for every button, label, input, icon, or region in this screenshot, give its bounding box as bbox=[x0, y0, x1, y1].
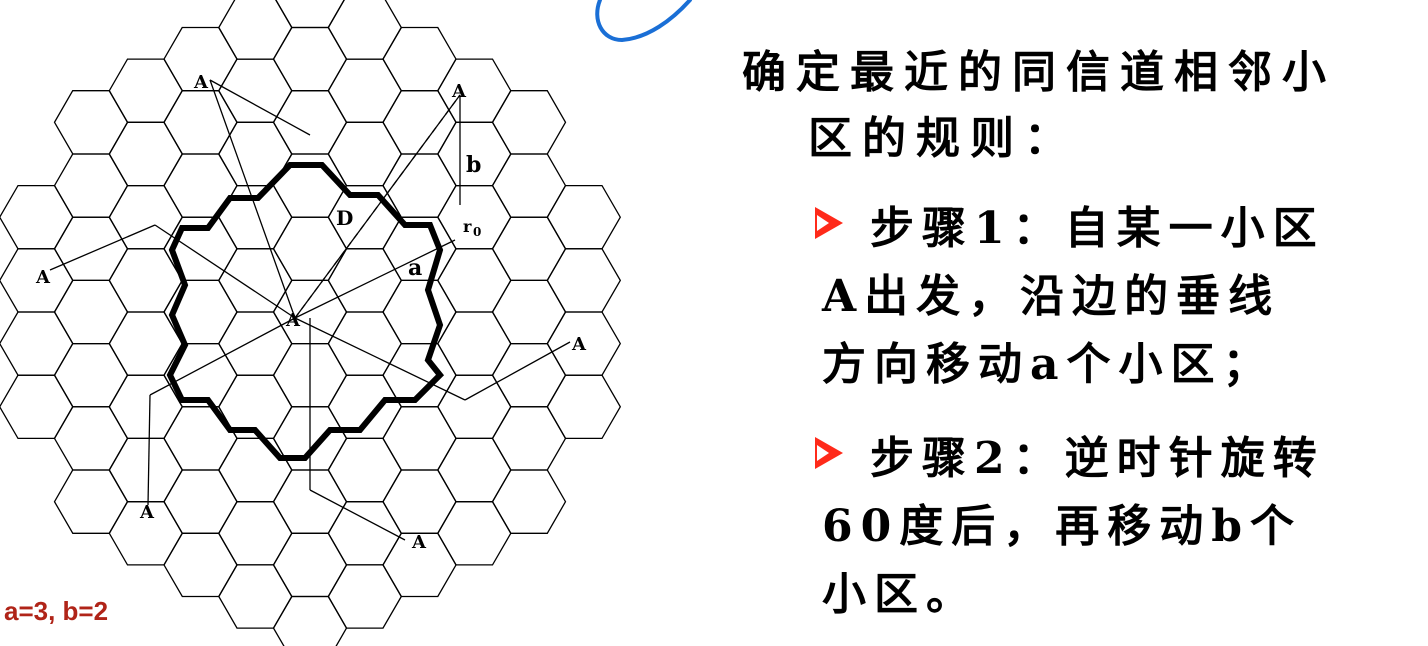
hex-cell bbox=[53, 469, 129, 534]
hex-cell bbox=[218, 437, 293, 503]
rules-heading: 确定最近的同信道相邻小 区的规则： bbox=[742, 40, 1402, 172]
hex-cell bbox=[327, 437, 403, 503]
hex-cell bbox=[272, 90, 348, 155]
cell-link-line bbox=[209, 79, 311, 136]
hex-cell bbox=[437, 58, 512, 123]
cell-link-line bbox=[209, 79, 296, 319]
hex-cell bbox=[382, 153, 457, 218]
hexagon-cell-diagram: A A A A A A Ab D r 0 a bbox=[0, 0, 622, 646]
step-1-line-1: 步骤1：自某一小区 bbox=[870, 203, 1325, 254]
step-1-line-3: 方向移动a个小区； bbox=[822, 339, 1275, 390]
cell-a-label: A bbox=[411, 532, 427, 553]
cell-link-line bbox=[464, 341, 571, 401]
hex-cell bbox=[327, 121, 403, 187]
hex-cell bbox=[0, 311, 74, 376]
hex-cell bbox=[491, 153, 567, 218]
hex-cell bbox=[382, 469, 457, 534]
rules-text-panel: 确定最近的同信道相邻小 区的规则： 步骤1：自某一小区 A出发，沿边的垂线 方向… bbox=[700, 30, 1420, 640]
cell-a-label: A bbox=[571, 334, 587, 355]
hex-cell bbox=[218, 311, 293, 376]
hex-cell bbox=[437, 184, 512, 250]
distance-d-label: D bbox=[336, 206, 353, 230]
hex-cell bbox=[382, 279, 457, 345]
hex-cell bbox=[272, 595, 348, 646]
hex-cell bbox=[53, 216, 129, 282]
radius-r-subscript: 0 bbox=[473, 225, 481, 239]
step-1-line-2: A出发，沿边的垂线 bbox=[822, 271, 1281, 322]
pen-annotation-stroke bbox=[595, 0, 692, 43]
hex-cell bbox=[0, 184, 74, 250]
hex-cell bbox=[0, 374, 74, 440]
hex-cell bbox=[272, 532, 348, 598]
hex-cell bbox=[327, 501, 403, 566]
hex-cell bbox=[546, 248, 622, 313]
hex-cell bbox=[53, 279, 129, 345]
hex-cell bbox=[491, 90, 567, 155]
step-2-line-3: 小区。 bbox=[822, 569, 978, 620]
hex-cell bbox=[382, 90, 457, 155]
hex-cell bbox=[108, 437, 184, 503]
step-2-line-2: 60度后，再移动b个 bbox=[822, 501, 1302, 552]
hex-cell bbox=[53, 153, 129, 218]
hex-cell bbox=[546, 184, 622, 250]
hex-cell bbox=[108, 121, 184, 187]
hex-cell bbox=[218, 501, 293, 566]
heading-line-2: 区的规则： bbox=[808, 113, 1078, 164]
radius-r-label: r bbox=[463, 217, 472, 236]
distance-a-label: a bbox=[408, 255, 422, 281]
hex-cell bbox=[163, 469, 238, 534]
cell-a-label: A bbox=[285, 310, 301, 331]
distance-b-label: b bbox=[466, 152, 481, 178]
hex-cell bbox=[546, 374, 622, 440]
hex-cell bbox=[53, 90, 129, 155]
parameter-caption: a=3, b=2 bbox=[4, 596, 109, 626]
hex-cell bbox=[437, 374, 512, 440]
hex-cell bbox=[491, 216, 567, 282]
hex-cell bbox=[218, 248, 293, 313]
hex-cell bbox=[437, 248, 512, 313]
hex-cell bbox=[437, 311, 512, 376]
cell-a-label: A bbox=[451, 81, 467, 102]
heading-line-1: 确定最近的同信道相邻小 bbox=[742, 47, 1336, 98]
cluster-boundary bbox=[166, 162, 445, 461]
hex-cell bbox=[437, 437, 512, 503]
hex-cell bbox=[163, 406, 238, 471]
arrow-bullet-icon bbox=[815, 207, 843, 239]
hex-cell bbox=[491, 342, 567, 408]
hex-cell bbox=[272, 26, 348, 92]
hex-cell bbox=[53, 342, 129, 408]
cell-link-line bbox=[49, 224, 156, 271]
hex-cell bbox=[491, 469, 567, 534]
hex-cell bbox=[53, 406, 129, 471]
hex-cell bbox=[327, 0, 403, 60]
hex-cell bbox=[491, 406, 567, 471]
step-2-line-1: 步骤2：逆时针旋转 bbox=[870, 433, 1325, 484]
connection-lines bbox=[49, 79, 571, 541]
hex-cell bbox=[382, 26, 457, 92]
hex-cell bbox=[382, 406, 457, 471]
hex-cell bbox=[327, 564, 403, 629]
hex-cell bbox=[163, 90, 238, 155]
cell-link-line bbox=[149, 317, 296, 396]
cell-a-label: A bbox=[193, 72, 209, 93]
hex-cell bbox=[327, 311, 403, 376]
hex-cell bbox=[327, 58, 403, 123]
hex-cell bbox=[437, 501, 512, 566]
hex-cell bbox=[108, 248, 184, 313]
hex-cell bbox=[491, 279, 567, 345]
cell-a-label: A bbox=[139, 502, 155, 523]
hex-cell bbox=[108, 58, 184, 123]
hex-cell bbox=[163, 532, 238, 598]
arrow-bullet-icon bbox=[815, 437, 843, 469]
cell-link-line bbox=[147, 394, 151, 506]
hex-cell bbox=[218, 564, 293, 629]
cell-a-label: A bbox=[35, 267, 51, 288]
